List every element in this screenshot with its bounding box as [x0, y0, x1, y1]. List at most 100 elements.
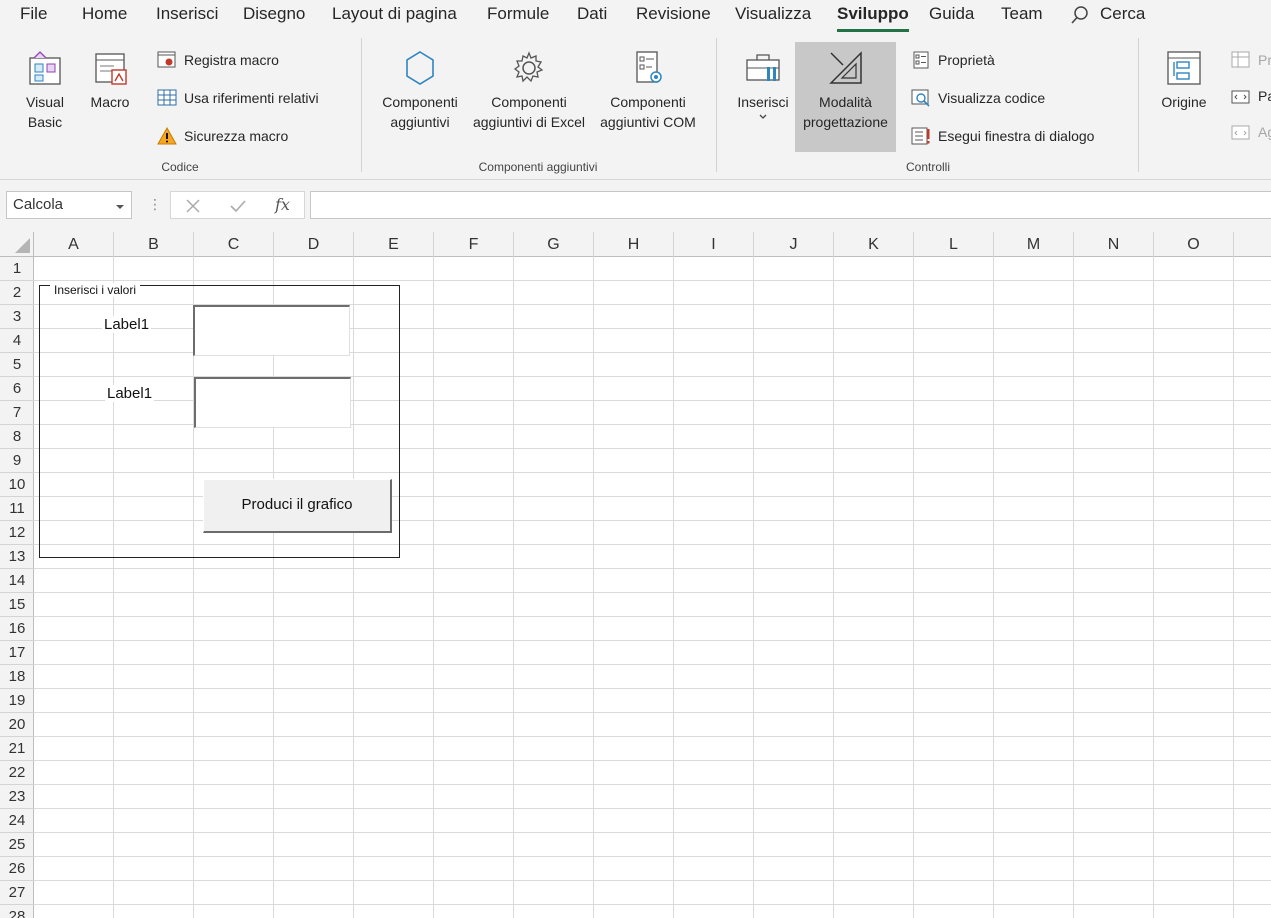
row-header[interactable]: 8: [0, 425, 34, 449]
cancel-icon[interactable]: [185, 198, 201, 214]
tab-team[interactable]: Team: [1001, 4, 1043, 24]
row-header[interactable]: 28: [0, 905, 34, 918]
group-separator: [716, 38, 717, 172]
row-header[interactable]: 9: [0, 449, 34, 473]
row-header[interactable]: 1: [0, 257, 34, 281]
column-header[interactable]: F: [434, 232, 514, 257]
row-header[interactable]: 3: [0, 305, 34, 329]
column-header[interactable]: L: [914, 232, 994, 257]
search-box[interactable]: Cerca: [1100, 4, 1145, 24]
componenti-aggiuntivi-button[interactable]: Componenti aggiuntivi: [374, 48, 466, 132]
macro-button[interactable]: Macro: [84, 48, 136, 112]
row-header[interactable]: 21: [0, 737, 34, 761]
row-header[interactable]: 19: [0, 689, 34, 713]
enter-icon[interactable]: [229, 198, 247, 214]
column-header[interactable]: E: [354, 232, 434, 257]
proprieta-label: Proprietà: [938, 52, 995, 68]
componenti-aggiuntivi-com-button[interactable]: Componenti aggiuntivi COM: [594, 48, 702, 132]
row-header[interactable]: 20: [0, 713, 34, 737]
tab-disegno[interactable]: Disegno: [243, 4, 305, 24]
row-header[interactable]: 27: [0, 881, 34, 905]
row-header[interactable]: 2: [0, 281, 34, 305]
row-header[interactable]: 23: [0, 785, 34, 809]
column-header[interactable]: G: [514, 232, 594, 257]
group-separator: [1138, 38, 1139, 172]
column-header[interactable]: H: [594, 232, 674, 257]
tab-sviluppo[interactable]: Sviluppo: [837, 4, 909, 32]
row-header[interactable]: 17: [0, 641, 34, 665]
formula-input[interactable]: [310, 191, 1271, 219]
group-label-controlli: Controlli: [905, 160, 950, 174]
gear-icon: [513, 51, 544, 83]
tab-home[interactable]: Home: [82, 4, 127, 24]
column-header[interactable]: O: [1154, 232, 1234, 257]
textbox-second[interactable]: [194, 377, 351, 428]
column-header[interactable]: A: [34, 232, 114, 257]
textbox-first[interactable]: [193, 305, 350, 356]
formula-buttons: fx: [170, 191, 305, 219]
sicurezza-macro-label: Sicurezza macro: [184, 128, 289, 144]
visual-basic-icon: [29, 51, 61, 85]
column-header[interactable]: J: [754, 232, 834, 257]
chevron-down-icon[interactable]: [115, 203, 125, 211]
tab-visualizza[interactable]: Visualizza: [735, 4, 811, 24]
label1-first[interactable]: Label1: [102, 316, 152, 333]
ribbon: Visual Basic Macro Registra macro Usa ri…: [0, 34, 1271, 180]
column-header[interactable]: N: [1074, 232, 1154, 257]
row-header[interactable]: 15: [0, 593, 34, 617]
row-header[interactable]: 5: [0, 353, 34, 377]
inserisci-controllo-button[interactable]: Inserisci: [732, 48, 794, 126]
relative-references-icon: [157, 89, 177, 106]
name-box[interactable]: Calcola: [6, 191, 132, 219]
row-header[interactable]: 16: [0, 617, 34, 641]
search-icon[interactable]: [1070, 5, 1090, 25]
column-headers: ABCDEFGHIJKLMNO: [0, 232, 1271, 257]
produci-grafico-button[interactable]: Produci il grafico: [203, 479, 392, 533]
label1-second[interactable]: Label1: [105, 385, 155, 402]
visual-basic-label-1: Visual: [26, 94, 64, 110]
column-header[interactable]: K: [834, 232, 914, 257]
group-separator: [361, 38, 362, 172]
formula-bar-grip[interactable]: ⋮: [148, 196, 162, 213]
tab-revisione[interactable]: Revisione: [636, 4, 711, 24]
tab-formule[interactable]: Formule: [487, 4, 549, 24]
row-header[interactable]: 22: [0, 761, 34, 785]
column-header[interactable]: I: [674, 232, 754, 257]
row-header[interactable]: 24: [0, 809, 34, 833]
tab-layout-di-pagina[interactable]: Layout di pagina: [332, 4, 457, 24]
warning-icon: [157, 127, 177, 145]
column-header[interactable]: B: [114, 232, 194, 257]
insert-function-icon[interactable]: fx: [275, 195, 290, 214]
select-all-icon: [15, 238, 30, 253]
modalita-progettazione-button[interactable]: Modalità progettazione: [795, 42, 896, 152]
tab-file[interactable]: File: [20, 4, 47, 24]
row-header[interactable]: 25: [0, 833, 34, 857]
menu-bar: File Home Inserisci Disegno Layout di pa…: [0, 0, 1271, 34]
column-header[interactable]: D: [274, 232, 354, 257]
row-header[interactable]: 14: [0, 569, 34, 593]
visual-basic-button[interactable]: Visual Basic: [16, 48, 74, 132]
row-header[interactable]: 11: [0, 497, 34, 521]
row-header[interactable]: 7: [0, 401, 34, 425]
componenti-com-label-2: aggiuntivi COM: [600, 114, 696, 130]
row-header[interactable]: 13: [0, 545, 34, 569]
macro-icon: [95, 53, 127, 85]
row-header[interactable]: 10: [0, 473, 34, 497]
row-header[interactable]: 4: [0, 329, 34, 353]
column-header[interactable]: C: [194, 232, 274, 257]
name-box-value: Calcola: [13, 196, 64, 213]
select-all-corner[interactable]: [0, 232, 34, 257]
componenti-aggiuntivi-excel-button[interactable]: Componenti aggiuntivi di Excel: [466, 48, 592, 132]
row-header[interactable]: 6: [0, 377, 34, 401]
row-header[interactable]: 26: [0, 857, 34, 881]
row-header[interactable]: 12: [0, 521, 34, 545]
inserisci-label: Inserisci: [737, 94, 789, 110]
design-mode-icon: [828, 51, 862, 84]
column-header[interactable]: M: [994, 232, 1074, 257]
tab-guida[interactable]: Guida: [929, 4, 974, 24]
row-header[interactable]: 18: [0, 665, 34, 689]
tab-dati[interactable]: Dati: [577, 4, 607, 24]
group-label-componenti-aggiuntivi: Componenti aggiuntivi: [478, 160, 598, 174]
tab-inserisci[interactable]: Inserisci: [156, 4, 218, 24]
origine-button[interactable]: Origine: [1152, 48, 1216, 112]
